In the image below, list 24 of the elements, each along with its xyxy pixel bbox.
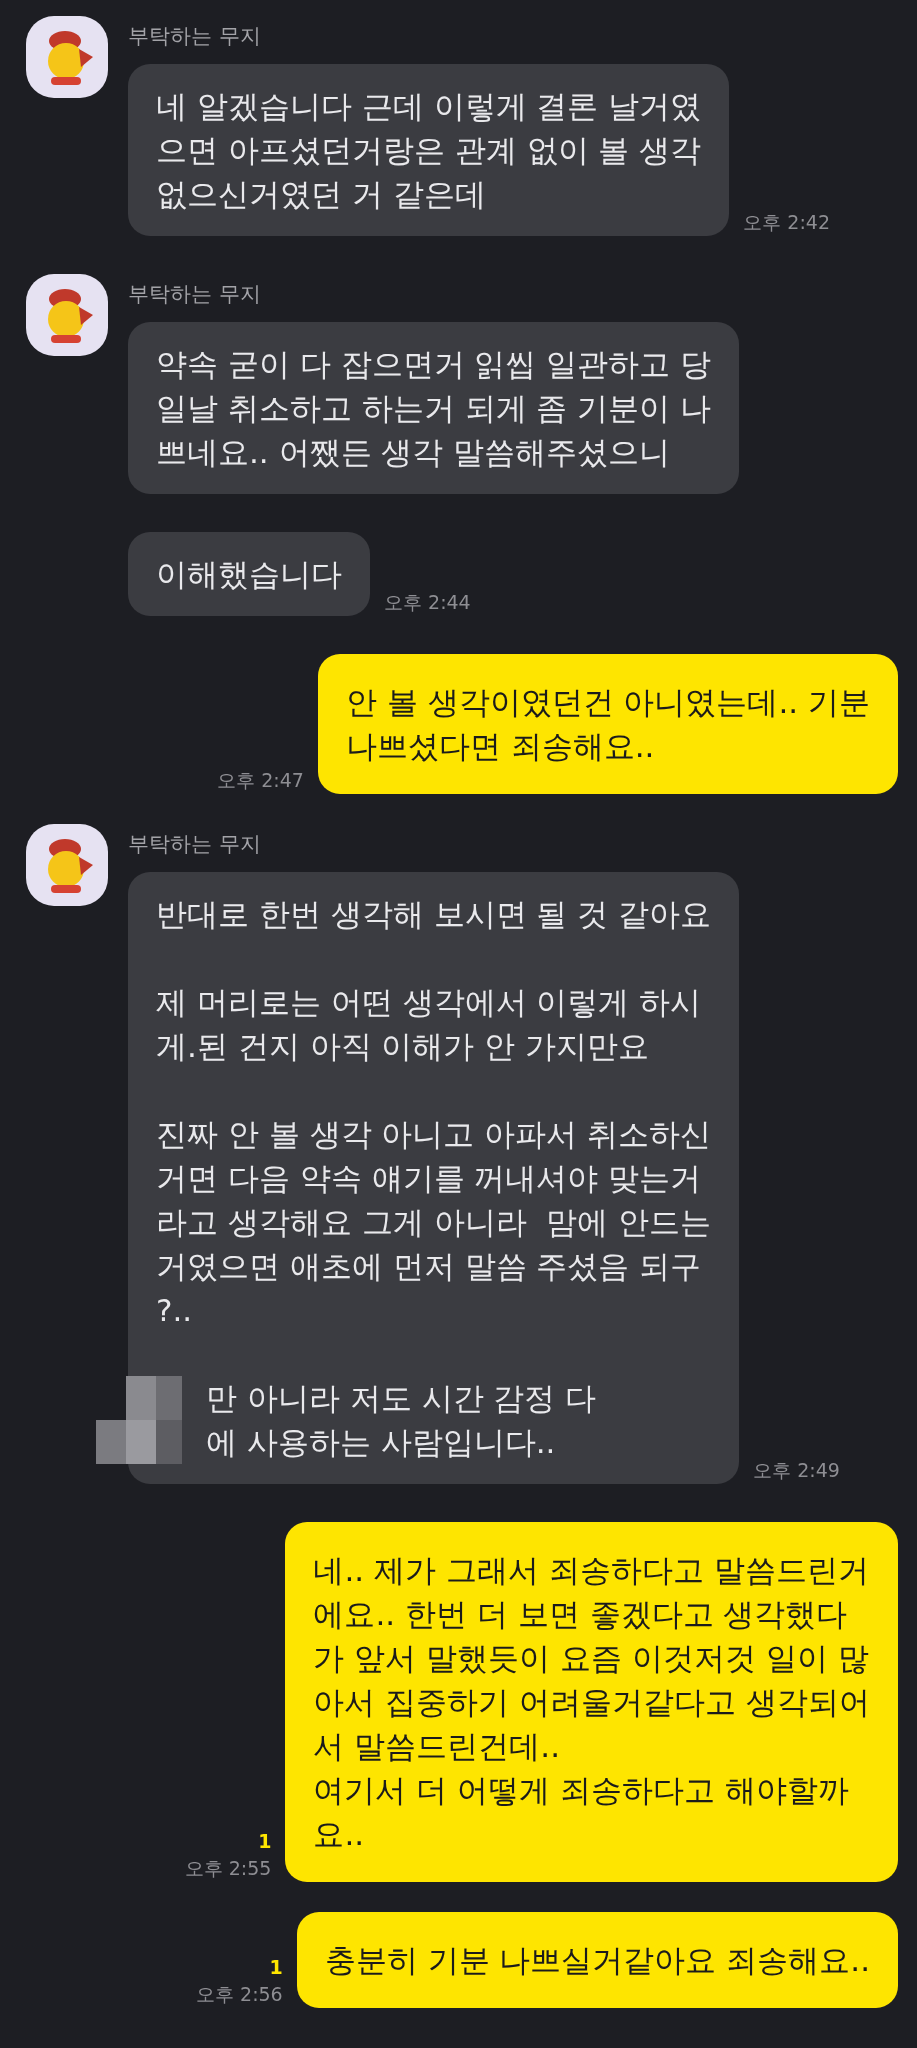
message-text: 네.. 제가 그래서 죄송하다고 말씀드린거 에요.. 한번 더 보면 좋겠다고 생각했다 가 앞서 말했듯이 요즘 이것저것 일이 많 아서 집중하기 어려울거같다고 생각되어 서 말씀드린건데.. 여기서 더 어떻게 죄송하다고 해야할까 요.. (313, 1551, 870, 1854)
avatar[interactable] (26, 16, 108, 98)
message-text: 제 머리로는 어떤 생각에서 이렇게 하시 게.된 건지 아직 이해가 안 가지만요 (156, 983, 703, 1066)
message-text: 네 알겠습니다 근데 이렇게 결론 날거였 으면 아프셨던거랑은 관계 없이 볼 생각 없으신거였던 거 같은데 (156, 87, 702, 214)
message-text: 충분히 기분 나쁘실거같아요 죄송해요.. (324, 1941, 870, 1980)
avatar[interactable] (26, 274, 108, 356)
timestamp: 오후 2:47 (217, 768, 304, 793)
message-text: 만 아니라 저도 시간 감정 다 에 사용하는 사람입니다.. (206, 1379, 597, 1462)
timestamp: 오후 2:55 (184, 1856, 272, 1881)
timestamp: 오후 2:49 (753, 1458, 840, 1483)
message-text: 약속 굳이 다 잡으면거 읽씹 일관하고 당 일날 취소하고 하는거 되게 좀 기분이 나 쁘네요.. 어쨌든 생각 말씀해주셨으니 (156, 345, 712, 472)
sender-name: 부탁하는 무지 (128, 831, 262, 858)
message-text: 이해했습니다 (156, 555, 342, 594)
message-text: 반대로 한번 생각해 보시면 될 것 같아요 (156, 895, 712, 934)
timestamp: 오후 2:44 (384, 590, 471, 615)
sender-name: 부탁하는 무지 (128, 281, 262, 308)
avatar[interactable] (26, 824, 108, 906)
timestamp: 오후 2:56 (196, 1982, 283, 2007)
timestamp: 오후 2:42 (743, 210, 830, 235)
unread-count: 1 (269, 1956, 283, 1978)
unread-count: 1 (258, 1830, 272, 1852)
sender-name: 부탁하는 무지 (128, 23, 262, 50)
message-text: 진짜 안 볼 생각 아니고 아파서 취소하신 거면 다음 약속 얘기를 꺼내셔야 맞는거 라고 생각해요 그게 아니라 맘에 안드는 거였으면 애초에 먼저 말씀 주셨음 되구 ?.. (156, 1115, 712, 1330)
message-text: 안 볼 생각이였던건 아니였는데.. 기분 나쁘셨다면 죄송해요.. (345, 683, 870, 766)
